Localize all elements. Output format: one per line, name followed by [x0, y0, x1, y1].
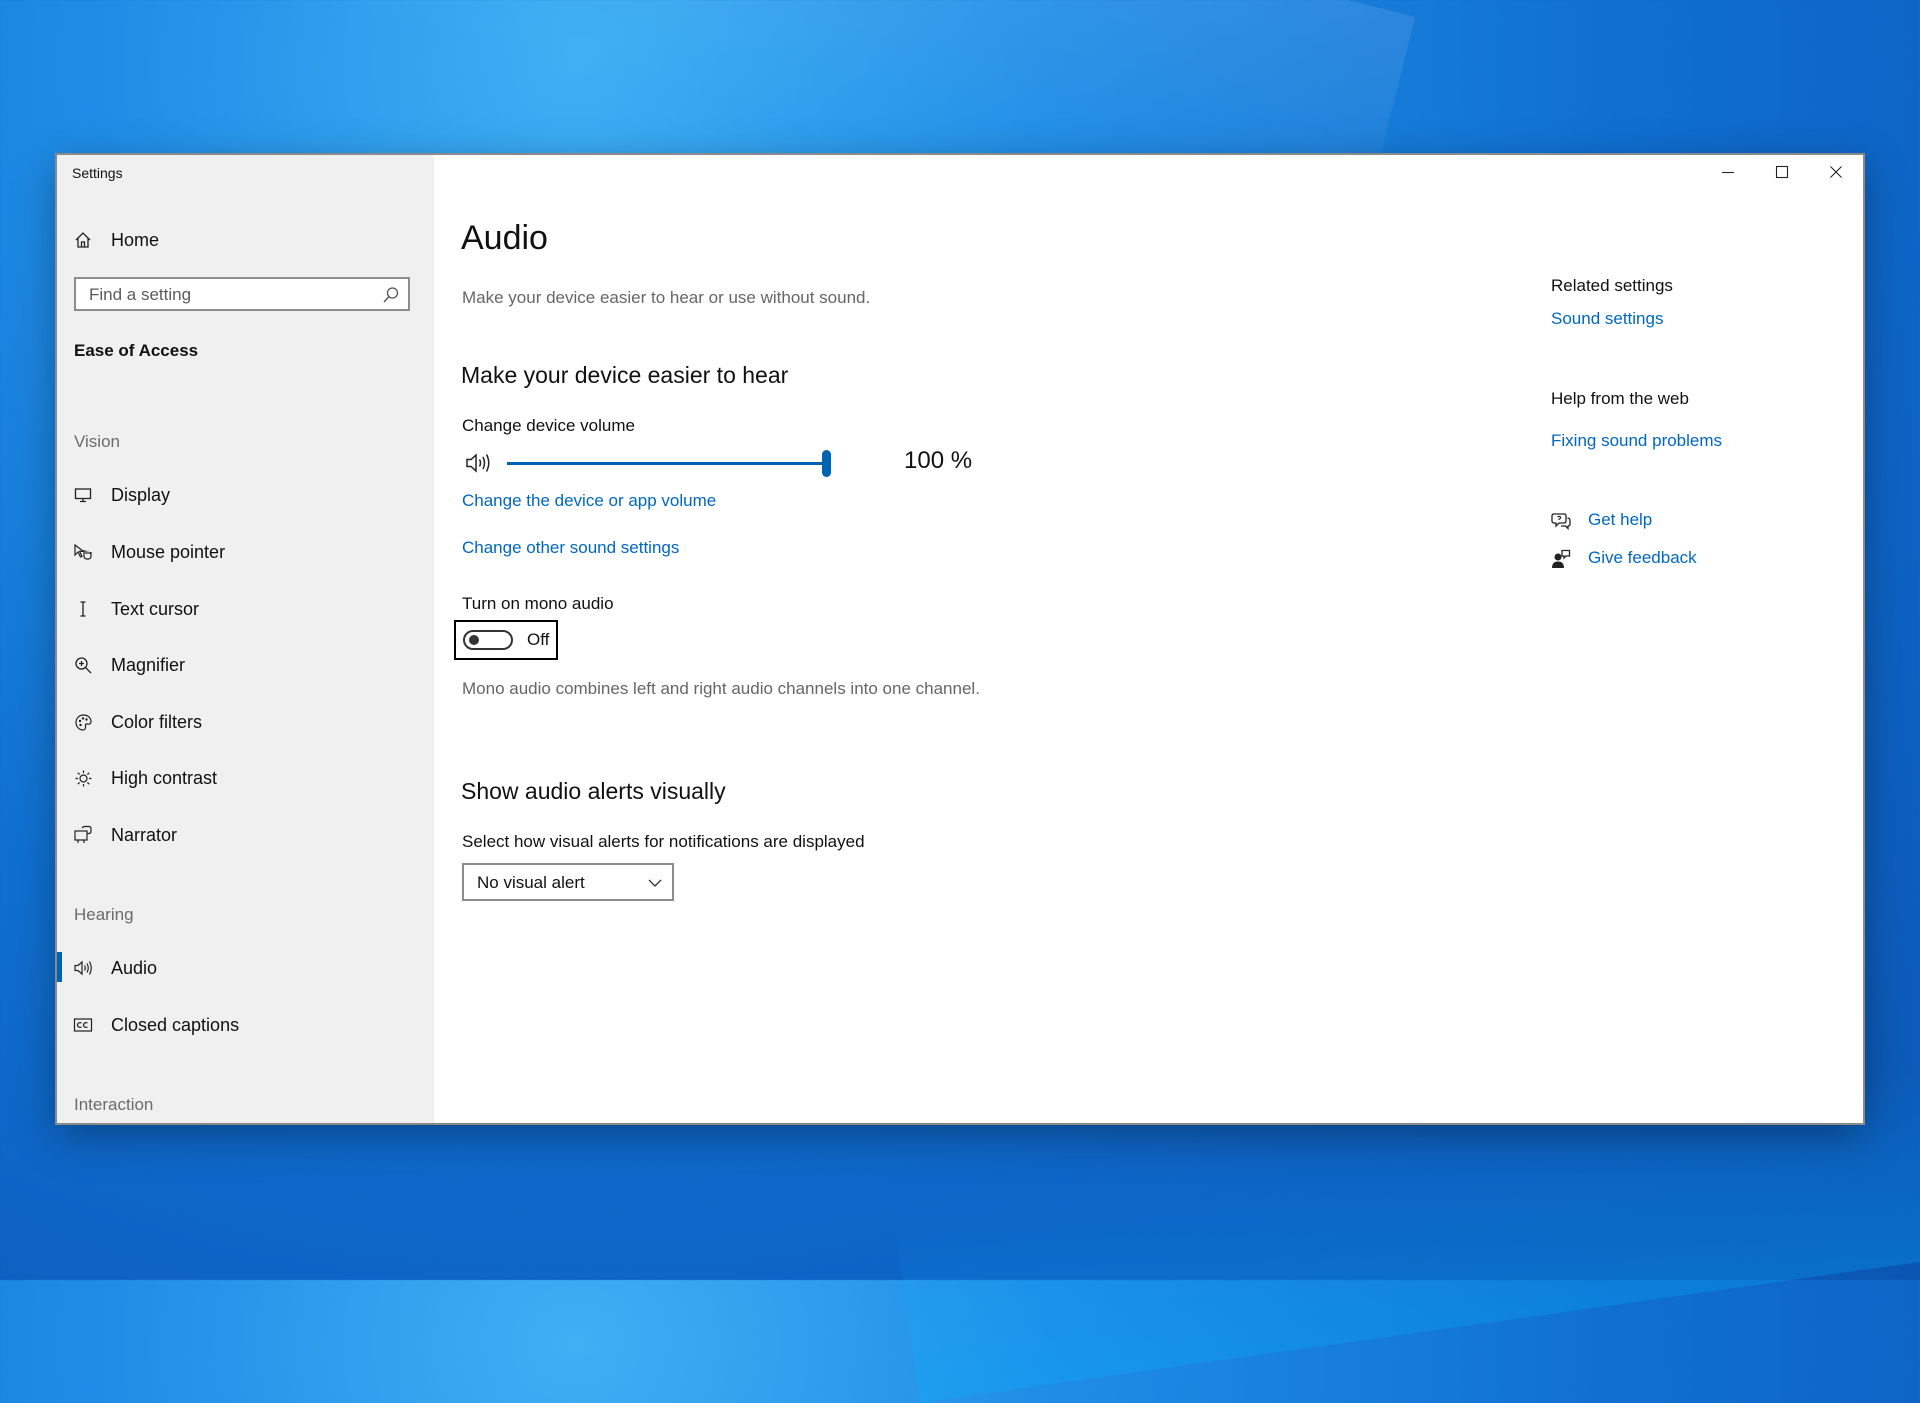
maximize-icon — [1775, 165, 1789, 179]
alerts-label: Select how visual alerts for notificatio… — [462, 832, 865, 851]
toggle-state: Off — [527, 630, 550, 649]
get-help-link[interactable]: Get help — [1551, 509, 1791, 533]
speaker-icon — [466, 453, 490, 473]
section-heading-hearing: Hearing — [74, 905, 134, 924]
volume-label: Change device volume — [462, 416, 635, 435]
closed-captions-icon — [73, 1015, 93, 1035]
magnifier-icon — [73, 655, 93, 675]
page-title: Audio — [461, 219, 548, 257]
sidebar-item-label: Magnifier — [111, 654, 186, 675]
display-icon — [73, 485, 93, 505]
toggle-switch[interactable] — [463, 630, 513, 650]
sidebar-item-audio[interactable]: Audio — [57, 946, 434, 990]
volume-slider[interactable] — [465, 443, 837, 483]
search-box[interactable] — [74, 277, 410, 311]
dropdown-value: No visual alert — [477, 873, 585, 892]
sidebar-item-closed-captions[interactable]: Closed captions — [57, 1003, 434, 1047]
volume-value: 100 % — [904, 447, 973, 474]
color-filters-icon — [73, 712, 93, 732]
page-subtitle: Make your device easier to hear or use w… — [462, 288, 871, 307]
get-help-label: Get help — [1588, 510, 1653, 529]
speaker-icon — [73, 958, 93, 978]
mono-audio-description: Mono audio combines left and right audio… — [462, 679, 980, 698]
get-help-icon — [1551, 513, 1571, 531]
minimize-button[interactable] — [1701, 155, 1755, 189]
help-web-heading: Help from the web — [1551, 389, 1689, 408]
sidebar: Settings Home Ease of Access Vision Disp… — [57, 155, 434, 1123]
category-heading: Ease of Access — [74, 341, 199, 360]
maximize-button[interactable] — [1755, 155, 1809, 189]
slider-thumb[interactable] — [822, 450, 831, 477]
search-icon[interactable] — [382, 286, 400, 304]
close-icon — [1830, 166, 1842, 178]
related-settings-heading: Related settings — [1551, 276, 1673, 295]
text-cursor-icon — [73, 599, 93, 619]
sidebar-item-label: Closed captions — [111, 1014, 240, 1035]
sidebar-item-label: Mouse pointer — [111, 541, 226, 562]
sound-settings-link[interactable]: Sound settings — [1551, 309, 1663, 329]
window-title: Settings — [72, 165, 123, 181]
narrator-icon — [73, 825, 93, 845]
section-heading-vision: Vision — [74, 432, 120, 451]
sidebar-item-label: Narrator — [111, 824, 178, 845]
hear-heading: Make your device easier to hear — [461, 362, 789, 388]
sidebar-item-high-contrast[interactable]: High contrast — [57, 756, 434, 800]
sidebar-item-mouse-pointer[interactable]: Mouse pointer — [57, 530, 434, 574]
give-feedback-label: Give feedback — [1588, 548, 1697, 567]
sidebar-item-label: Home — [111, 229, 160, 250]
sidebar-item-color-filters[interactable]: Color filters — [57, 700, 434, 744]
sidebar-item-home[interactable]: Home — [57, 218, 434, 262]
settings-window: Settings Home Ease of Access Vision Disp… — [57, 155, 1863, 1123]
sidebar-item-label: Text cursor — [111, 598, 200, 619]
sidebar-item-magnifier[interactable]: Magnifier — [57, 643, 434, 687]
search-input[interactable] — [87, 284, 381, 306]
fixing-sound-link[interactable]: Fixing sound problems — [1551, 431, 1722, 451]
sidebar-item-label: Color filters — [111, 711, 203, 732]
give-feedback-link[interactable]: Give feedback — [1551, 547, 1791, 571]
close-button[interactable] — [1809, 155, 1863, 189]
active-indicator — [57, 952, 62, 982]
section-heading-interaction: Interaction — [74, 1095, 154, 1114]
mouse-pointer-icon — [73, 542, 93, 562]
alerts-heading: Show audio alerts visually — [461, 778, 726, 804]
change-other-sound-link[interactable]: Change other sound settings — [462, 538, 679, 558]
toggle-knob — [469, 635, 479, 645]
chevron-down-icon — [648, 879, 662, 887]
high-contrast-icon — [73, 768, 93, 788]
visual-alert-dropdown[interactable]: No visual alert — [462, 863, 674, 901]
sidebar-item-label: Audio — [111, 957, 158, 978]
slider-track — [507, 462, 831, 465]
mono-audio-label: Turn on mono audio — [462, 594, 614, 613]
mono-audio-toggle[interactable]: Off — [454, 620, 558, 660]
change-app-volume-link[interactable]: Change the device or app volume — [462, 491, 716, 511]
sidebar-item-display[interactable]: Display — [57, 473, 434, 517]
sidebar-item-label: High contrast — [111, 767, 218, 788]
minimize-icon — [1722, 171, 1734, 174]
home-icon — [73, 230, 93, 250]
give-feedback-icon — [1552, 549, 1571, 568]
sidebar-item-text-cursor[interactable]: Text cursor — [57, 587, 434, 631]
sidebar-item-label: Display — [111, 484, 171, 505]
main-content: Audio Make your device easier to hear or… — [434, 155, 1863, 1123]
sidebar-item-narrator[interactable]: Narrator — [57, 813, 434, 857]
